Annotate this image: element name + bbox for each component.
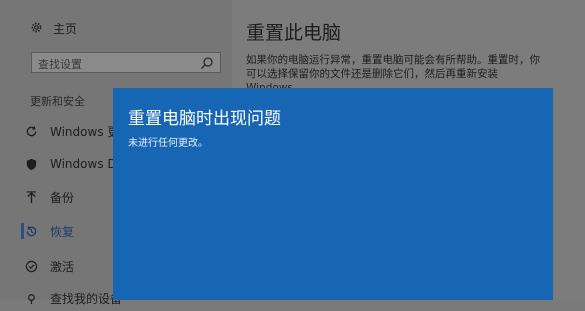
sidebar-item-label: 查找我的设备 [50,291,123,306]
sidebar-item-label: 备份 [50,190,75,205]
home-label: 主页 [53,22,78,36]
check-circle-icon [24,259,38,273]
find-device-icon [24,291,38,305]
sidebar-item-label: 激活 [50,259,75,274]
page-title: 重置此电脑 [246,22,342,44]
recovery-icon [24,224,38,238]
sidebar-item-label: 恢复 [50,224,75,239]
section-title: 更新和安全 [30,95,85,108]
search-input[interactable] [32,55,204,74]
search-box[interactable] [31,52,221,74]
backup-arrow-icon [24,190,38,204]
dialog-title: 重置电脑时出现问题 [128,109,281,129]
home-nav-item[interactable]: 主页 [30,20,77,37]
gear-icon [30,21,43,37]
shield-icon [24,157,38,171]
dialog-message: 未进行任何更改。 [128,138,208,149]
search-icon[interactable] [200,55,214,69]
error-dialog: 重置电脑时出现问题 未进行任何更改。 [113,88,553,300]
refresh-icon [24,124,38,138]
settings-window: 主页 更新和安全 Windows 更新 Windows Defender [0,0,585,306]
